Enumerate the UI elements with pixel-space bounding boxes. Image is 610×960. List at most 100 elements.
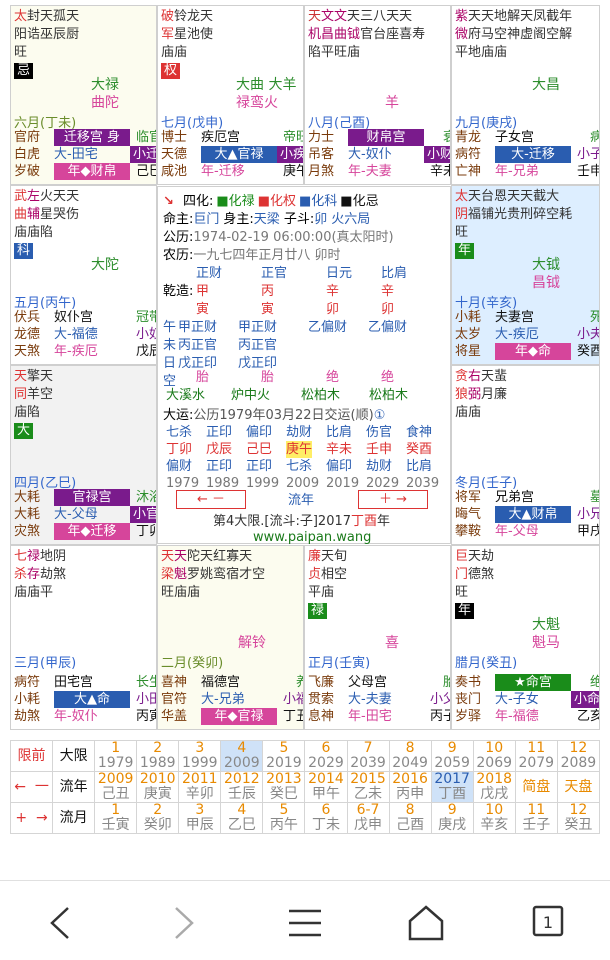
- row-nav[interactable]: ← 一: [9, 771, 54, 803]
- table-cell[interactable]: 8 2049: [388, 740, 432, 772]
- dayun-dy2[interactable]: 戊辰: [206, 441, 232, 458]
- table-cell[interactable]: 2014 甲午: [304, 771, 348, 803]
- table-cell[interactable]: 9 庚戌: [430, 802, 474, 834]
- palace-status: 平地庙庙: [455, 45, 508, 60]
- site-link[interactable]: www.paipan.wang: [253, 529, 371, 546]
- cell-top: 12: [569, 802, 588, 818]
- star-char: 曲: [14, 207, 28, 222]
- dayun-dy1[interactable]: 劫财: [286, 424, 312, 441]
- cell-top: 2011: [181, 771, 218, 787]
- table-cell[interactable]: 6 丁未: [304, 802, 348, 834]
- table-cell[interactable]: 9 2059: [430, 740, 474, 772]
- prev-year-button[interactable]: ← －: [176, 490, 246, 509]
- dayun-dy1[interactable]: 伤官: [366, 424, 392, 441]
- tabs-icon[interactable]: 1: [532, 903, 564, 939]
- table-cell[interactable]: 5 2019: [262, 740, 306, 772]
- dayun-dy1[interactable]: 七杀: [166, 424, 192, 441]
- table-cell[interactable]: 6-7 戊申: [346, 802, 390, 834]
- star-char: 阴: [53, 549, 67, 564]
- palace-chou[interactable]: 天天陀天红寡天梁魁罗姚鸾宿才空旺庙庙解铃二月(癸卯)喜神福德宫养官符大-兄弟小福…: [157, 545, 304, 730]
- palace-chen[interactable]: 武左火天天曲辅星哭伤庙庙陷科大陀五月(丙午)伏兵奴仆宫冠带龙德大-福德小奴天煞年…: [10, 185, 157, 365]
- table-cell[interactable]: 2 癸卯: [136, 802, 180, 834]
- table-cell[interactable]: 1 1979: [94, 740, 138, 772]
- palace-wei[interactable]: 天文文天三八天天机昌曲钺官台座喜寿陷平旺庙羊八月(己酉)力士财帛宫衰吊客大-奴仆…: [304, 5, 451, 185]
- sihua-legend: ■化权: [257, 194, 296, 209]
- palace-yin[interactable]: 七禄地阴杀存劫煞庙庙平三月(甲辰)病符田宅宫长生小耗大▲命小田劫煞年-奴仆丙寅: [10, 545, 157, 730]
- table-cell[interactable]: 4 乙巳: [220, 802, 264, 834]
- table-cell[interactable]: 7 2039: [346, 740, 390, 772]
- table-cell[interactable]: 1 壬寅: [94, 802, 138, 834]
- dayun-dy1[interactable]: 偏印: [246, 424, 272, 441]
- table-cell[interactable]: 2015 乙未: [346, 771, 390, 803]
- palace-xu[interactable]: 贪右天蜚狼弼月廉庙庙冬月(壬子)将军兄弟宫墓晦气大▲财帛小兄攀鞍年-父母甲戌: [451, 365, 600, 545]
- canggan: 丙正官: [238, 338, 278, 353]
- table-cell[interactable]: 简盘: [514, 771, 558, 803]
- dayun-dy3[interactable]: 正印: [206, 458, 232, 475]
- palace-status: 陷平旺庙: [308, 45, 361, 60]
- row-nav[interactable]: 限前: [9, 740, 54, 772]
- value: 卯: [314, 212, 328, 227]
- table-cell[interactable]: 12 癸丑: [556, 802, 601, 834]
- palace-detail-cell: 衰: [424, 129, 450, 146]
- table-cell[interactable]: 4 2009: [220, 740, 264, 772]
- dayun-dy2[interactable]: 丁卯: [166, 441, 192, 458]
- table-cell[interactable]: 10 辛亥: [472, 802, 516, 834]
- palace-stars-row1: 天擎天: [14, 369, 53, 384]
- menu-icon[interactable]: [287, 905, 323, 941]
- dayun-dy2[interactable]: 庚午: [286, 441, 313, 458]
- dayun-dy3[interactable]: 偏财: [166, 458, 192, 475]
- table-cell[interactable]: 2009 己丑: [94, 771, 138, 803]
- table-cell[interactable]: 2011 辛卯: [178, 771, 222, 803]
- home-icon[interactable]: [408, 905, 444, 941]
- table-cell[interactable]: 12 2089: [556, 740, 601, 772]
- table-cell[interactable]: 2 1989: [136, 740, 180, 772]
- table-cell[interactable]: 5 丙午: [262, 802, 306, 834]
- next-year-button[interactable]: ＋ →: [358, 490, 428, 509]
- table-cell[interactable]: 2012 壬辰: [220, 771, 264, 803]
- dayun-dy1[interactable]: 正印: [206, 424, 232, 441]
- table-cell[interactable]: 2016 丙申: [388, 771, 432, 803]
- cell-bottom: 2039: [350, 755, 386, 771]
- dayun-dy3[interactable]: 正印: [246, 458, 272, 475]
- table-cell[interactable]: 10 2069: [472, 740, 516, 772]
- dayun-dy3[interactable]: 劫财: [366, 458, 392, 475]
- palace-detail-cell: 丙子: [429, 709, 450, 724]
- table-cell[interactable]: 8 己酉: [388, 802, 432, 834]
- dayun-dy2[interactable]: 壬申: [366, 441, 392, 458]
- table-cell[interactable]: 天盘: [556, 771, 601, 803]
- dayun-dy3[interactable]: 比肩: [406, 458, 432, 475]
- palace-wu[interactable]: 破铃龙天军星池使庙庙权大曲 大羊禄鸾火七月(戊申)博士疾厄宫帝旺天德大▲官禄小疾…: [157, 5, 304, 185]
- table-cell[interactable]: 3 1999: [178, 740, 222, 772]
- row-nav[interactable]: + →: [9, 802, 54, 834]
- forward-icon[interactable]: [168, 905, 198, 941]
- dayun-dy2[interactable]: 己巳: [246, 441, 272, 458]
- palace-si[interactable]: 太封天孤天阳诰巫辰厨旺忌大禄曲陀六月(丁未)官府迁移宫 身临官白虎大-田宅小迁岁…: [10, 5, 157, 185]
- tiangan: 甲: [196, 284, 210, 299]
- palace-you[interactable]: 太天台恩天天截大阴福铺光贵刑碎空耗旺年大钺昌钺十月(辛亥)小耗夫妻宫死太岁大-疾…: [451, 185, 600, 365]
- palace-hai[interactable]: 巨天劫门德煞旺年大魁魁马腊月(癸丑) 奏书 ★命宫绝丧门大-子女 小命岁驿年-福德 乙亥: [451, 545, 600, 730]
- palace-mao[interactable]: 天擎天同羊空庙陷大四月(乙巳)大耗官禄宫沐浴大耗大-父母小官灾煞年◆迁移丁卯: [10, 365, 157, 545]
- table-cell[interactable]: 2013 癸巳: [262, 771, 306, 803]
- dayun-dy1[interactable]: 食神: [406, 424, 432, 441]
- dayun-dy3[interactable]: 七杀: [286, 458, 312, 475]
- table-cell[interactable]: 2010 庚寅: [136, 771, 180, 803]
- table-cell[interactable]: 11 壬子: [514, 802, 558, 834]
- table-cell[interactable]: 11 2079: [514, 740, 558, 772]
- dayun-dy3[interactable]: 偏印: [326, 458, 352, 475]
- dayun-dy2[interactable]: 癸酉: [406, 441, 432, 458]
- table-cell[interactable]: 2018 戊戌: [472, 771, 516, 803]
- palace-detail-cell: 大-疾厄: [495, 327, 539, 342]
- palace-stars-row1: 太封天孤天: [14, 9, 79, 24]
- dayun-dy1[interactable]: 比肩: [326, 424, 352, 441]
- dayun-dy2[interactable]: 辛未: [326, 441, 352, 458]
- table-cell[interactable]: 6 2029: [304, 740, 348, 772]
- shishen-top: 正财: [196, 266, 223, 281]
- table-cell[interactable]: 3 甲辰: [178, 802, 222, 834]
- palace-shen[interactable]: 紫天天地解天凤截年微府马空神虚阁空解平地庙庙大昌九月(庚戌)青龙子女宫病病符大-…: [451, 5, 600, 185]
- star-char: 旬: [334, 549, 348, 564]
- table-cell[interactable]: 2017 丁酉: [430, 771, 474, 803]
- palace-detail-cell: 丁卯: [135, 524, 156, 539]
- cell-bottom: 1989: [139, 755, 176, 771]
- back-icon[interactable]: [46, 905, 76, 941]
- palace-zi[interactable]: 廉天旬贞相空平庙禄喜正月(壬寅) 飞廉父母宫 胎贯索大-夫妻 小父息神年-田宅 丙子: [304, 545, 451, 730]
